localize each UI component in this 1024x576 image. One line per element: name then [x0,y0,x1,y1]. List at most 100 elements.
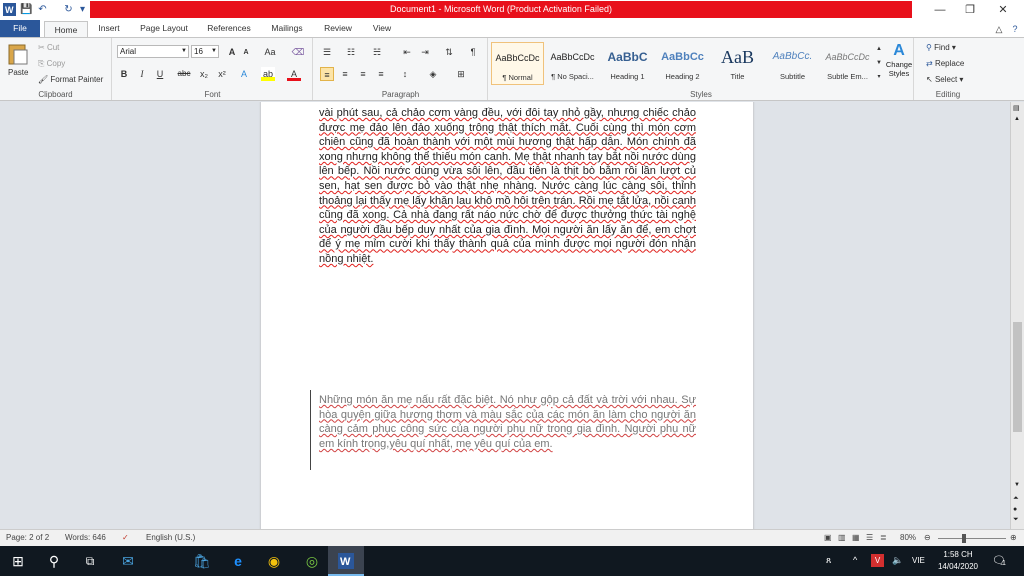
zoom-out-icon[interactable]: ⊖ [924,533,931,542]
zoom-slider[interactable] [938,538,1006,539]
style-heading-2[interactable]: AaBbCc Heading 2 [656,42,709,85]
chrome-icon[interactable]: ◉ [256,546,292,576]
align-center-icon[interactable]: ≡ [338,67,352,81]
font-name-select[interactable]: Arial ▼ [117,45,189,58]
clear-formatting-icon[interactable]: ⌫ [291,45,305,59]
styles-scroll-down-icon[interactable]: ▼ [875,56,883,70]
change-case-button[interactable]: Aa [263,45,277,59]
web-layout-icon[interactable]: ▦ [852,533,860,542]
zoom-slider-thumb[interactable] [962,534,967,543]
zoom-in-icon[interactable]: ⊕ [1010,533,1017,542]
align-right-icon[interactable]: ≡ [356,67,370,81]
minimize-ribbon-icon[interactable]: △ [992,22,1006,36]
tab-mailings[interactable]: Mailings [264,20,310,37]
bold-icon[interactable]: B [117,67,131,81]
paragraph-1[interactable]: vài phút sau, cả chảo cơm vàng đều, với … [319,106,696,267]
full-screen-reading-icon[interactable]: ▥ [838,533,846,542]
document-page[interactable]: vài phút sau, cả chảo cơm vàng đều, với … [261,102,753,529]
style-normal[interactable]: AaBbCcDc ¶ Normal [491,42,544,85]
clock[interactable]: 1:58 CH 14/04/2020 [934,549,982,573]
justify-icon[interactable]: ≡ [374,67,388,81]
undo-icon[interactable]: ↶ [36,3,49,16]
ruler-toggle-icon[interactable]: ▤ [1013,104,1020,112]
copy-button[interactable]: ⎘ Copy [38,59,65,69]
print-layout-icon[interactable]: ▣ [824,533,832,542]
find-button[interactable]: ⚲ Find ▾ [926,43,956,52]
mail-icon[interactable]: ✉ [110,546,146,576]
shading-icon[interactable]: ◈ [426,67,440,81]
help-icon[interactable]: ? [1008,22,1022,36]
multilevel-list-icon[interactable]: ☵ [370,45,384,59]
increase-indent-icon[interactable]: ⇥ [418,45,432,59]
line-spacing-icon[interactable]: ↕ [398,67,412,81]
borders-icon[interactable]: ⊞ [454,67,468,81]
store-icon[interactable]: 🛍 [184,546,220,576]
sort-icon[interactable]: ⇅ [442,45,456,59]
next-page-icon[interactable]: ⏷ [1013,516,1019,524]
tab-page-layout[interactable]: Page Layout [136,20,192,37]
paste-button[interactable]: Paste [6,42,32,86]
tab-view[interactable]: View [366,20,398,37]
close-button[interactable]: ✕ [988,2,1018,18]
change-styles-button[interactable]: A Change Styles [883,42,915,86]
scroll-up-icon[interactable]: ▲ [1014,116,1020,122]
style-title[interactable]: AaB Title [711,42,764,85]
search-icon[interactable]: ⚲ [36,546,72,576]
tab-home[interactable]: Home [44,21,88,38]
cut-button[interactable]: ✂ Cut [38,43,59,52]
language-indicator[interactable]: English (U.S.) [146,533,195,542]
scroll-thumb[interactable] [1013,322,1022,432]
grow-font-button[interactable]: A [225,45,239,59]
style-heading-1[interactable]: AaBbC Heading 1 [601,42,654,85]
italic-icon[interactable]: I [135,67,149,81]
style-subtle-emphasis[interactable]: AaBbCcDc Subtle Em... [821,42,874,85]
word-count[interactable]: Words: 646 [65,533,106,542]
vertical-scrollbar[interactable]: ▤ ▲ ▼ ⏶ ● ⏷ [1010,102,1024,529]
edge-icon[interactable]: e [220,546,256,576]
text-effects-icon[interactable]: A [237,67,251,81]
previous-page-icon[interactable]: ⏶ [1013,495,1019,503]
font-color-icon[interactable]: A [287,67,301,81]
browse-object-icon[interactable]: ● [1013,506,1017,513]
styles-scroll-up-icon[interactable]: ▲ [875,42,883,56]
superscript-icon[interactable]: x² [215,67,229,81]
minimize-button[interactable]: — [925,2,955,18]
tab-references[interactable]: References [202,20,256,37]
shrink-font-button[interactable]: A [239,46,253,60]
align-left-icon[interactable]: ≡ [320,67,334,81]
restore-button[interactable]: ❐ [955,2,985,18]
redo-icon[interactable]: ↻ [62,3,75,16]
task-view-icon[interactable]: ⧉ [72,546,108,576]
tab-file[interactable]: File [0,20,40,37]
unikey-icon[interactable]: V [871,554,884,567]
customize-toolbar-icon[interactable]: ▾ [76,3,89,16]
style-subtitle[interactable]: AaBbCc. Subtitle [766,42,819,85]
style-no-spacing[interactable]: AaBbCcDc ¶ No Spaci... [546,42,599,85]
numbering-icon[interactable]: ☷ [344,45,358,59]
outline-icon[interactable]: ☰ [866,533,873,542]
scroll-down-icon[interactable]: ▼ [1014,482,1020,488]
show-hidden-icons[interactable]: ^ [853,555,857,565]
save-icon[interactable]: 💾 [20,3,33,16]
font-size-select[interactable]: 16 ▼ [191,45,219,58]
highlight-icon[interactable]: ab [261,67,275,81]
format-painter-button[interactable]: 🖌 Format Painter [38,75,103,84]
show-hide-icon[interactable]: ¶ [466,45,480,59]
people-icon[interactable]: ጸ [826,555,831,566]
paragraph-2[interactable]: Những món ăn mẹ nấu rất đặc biệt. Nó như… [319,393,696,451]
underline-icon[interactable]: U [153,67,167,81]
zoom-level[interactable]: 80% [900,533,916,542]
input-language[interactable]: VIE [912,556,925,565]
select-button[interactable]: ↖ Select ▾ [926,75,963,84]
windows-start-icon[interactable]: ⊞ [0,546,36,576]
word-taskbar-icon[interactable]: W [328,546,364,576]
bullets-icon[interactable]: ☰ [320,45,334,59]
styles-more-icon[interactable]: ▾ [875,70,883,84]
tab-insert[interactable]: Insert [92,20,126,37]
strikethrough-icon[interactable]: abc [177,67,191,81]
document-area[interactable]: vài phút sau, cả chảo cơm vàng đều, với … [0,102,1010,529]
tab-review[interactable]: Review [318,20,358,37]
coccoc-icon[interactable]: ◎ [294,546,330,576]
replace-button[interactable]: ⇄ Replace [926,59,964,68]
page-count[interactable]: Page: 2 of 2 [6,533,49,542]
